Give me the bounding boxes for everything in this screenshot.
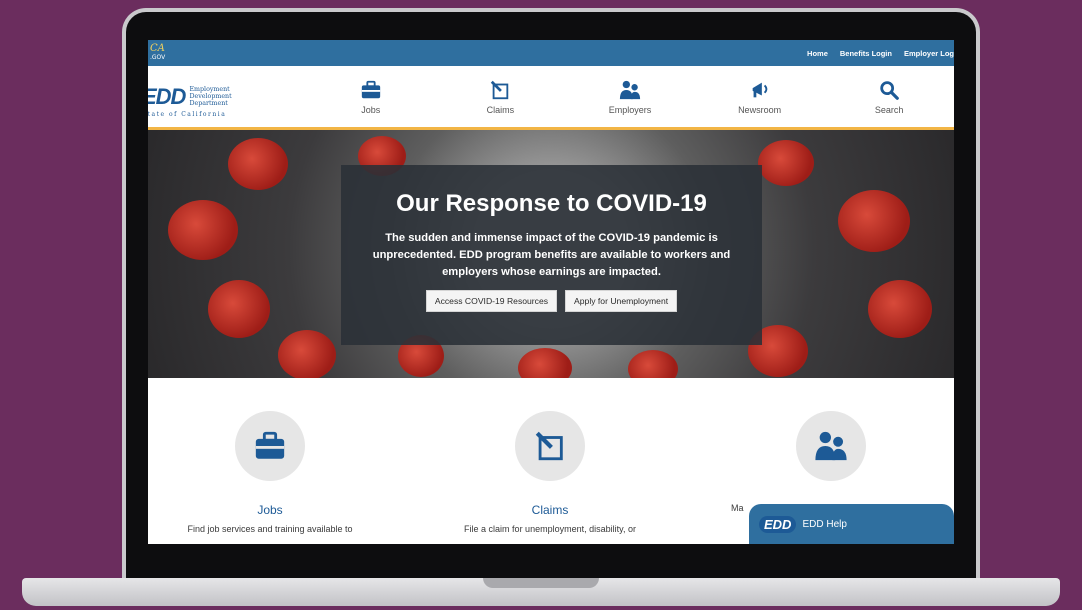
search-icon [880, 80, 900, 100]
claim-form-icon [491, 80, 509, 99]
edd-logo-words: Employment Development Department [189, 86, 231, 107]
feature-claims[interactable]: Claims File a claim for unemployment, di… [410, 411, 690, 534]
feature-claims-title[interactable]: Claims [410, 503, 690, 517]
edd-logo-state: State of California [148, 110, 227, 118]
virus-spike [278, 330, 336, 378]
nav-item-claims[interactable]: Claims [455, 79, 545, 115]
feature-employers-circle [796, 411, 866, 481]
access-covid-resources-button[interactable]: Access COVID-19 Resources [425, 290, 558, 312]
util-link-benefits-login[interactable]: Benefits Login [840, 49, 892, 58]
browser-screen: CA .GOV Home Benefits Login Employer Log… [148, 40, 954, 544]
feature-claims-desc: File a claim for unemployment, disabilit… [464, 524, 636, 534]
nav-label-jobs: Jobs [361, 104, 381, 115]
feature-claims-circle [515, 411, 585, 481]
feature-jobs-desc: Find job services and training available… [187, 524, 353, 534]
nav-item-newsroom[interactable]: Newsroom [715, 79, 805, 115]
claim-form-icon [535, 431, 563, 461]
people-icon [619, 80, 641, 99]
nav-item-search[interactable]: Search [844, 79, 934, 115]
util-link-home[interactable]: Home [807, 49, 828, 58]
utility-bar: CA .GOV Home Benefits Login Employer Log [148, 40, 954, 66]
briefcase-icon [361, 80, 380, 98]
nav-item-jobs[interactable]: Jobs [326, 79, 416, 115]
nav-label-newsroom: Newsroom [738, 104, 782, 115]
nav-label-claims: Claims [486, 104, 515, 115]
virus-spike [208, 280, 270, 338]
nav-item-employers[interactable]: Employers [585, 79, 675, 115]
virus-spike [628, 350, 678, 378]
util-link-employer-login[interactable]: Employer Log [904, 49, 954, 58]
virus-spike [838, 190, 910, 252]
edd-logo-line2: Development [189, 93, 232, 100]
edd-logo-line3: Department [189, 100, 228, 107]
main-nav: EDD Employment Development Department St… [148, 66, 954, 130]
ca-gov-logo[interactable]: CA .GOV [150, 44, 165, 62]
virus-spike [168, 200, 238, 260]
hero-title: Our Response to COVID-19 [396, 190, 707, 217]
laptop-notch [483, 578, 599, 588]
edd-logo-letters: EDD [148, 83, 186, 109]
virus-spike [758, 140, 814, 186]
briefcase-icon [255, 431, 285, 459]
feature-employers[interactable]: Ma [691, 411, 954, 513]
hero-buttons: Access COVID-19 Resources Apply for Unem… [425, 290, 678, 312]
edd-logo-line1: Employment [189, 86, 230, 93]
edd-help-label: EDD Help [802, 518, 847, 530]
hero-panel: Our Response to COVID-19 The sudden and … [341, 165, 762, 345]
apply-unemployment-button[interactable]: Apply for Unemployment [565, 290, 678, 312]
virus-spike [518, 348, 572, 378]
virus-spike [228, 138, 288, 190]
hero-banner: Our Response to COVID-19 The sudden and … [148, 130, 954, 378]
feature-section: Jobs Find job services and training avai… [148, 378, 954, 544]
edd-logo[interactable]: EDD Employment Development Department St… [148, 77, 262, 118]
edd-help-logo: EDD [759, 515, 797, 533]
nav-items: Jobs Claims Employers Newsroom Search [262, 79, 954, 115]
hero-text: The sudden and immense impact of the COV… [372, 232, 731, 278]
megaphone-icon [752, 82, 767, 97]
edd-help-chat-tab[interactable]: EDD EDD Help [749, 504, 954, 544]
nav-label-search: Search [874, 104, 904, 115]
feature-jobs[interactable]: Jobs Find job services and training avai… [148, 411, 410, 534]
feature-jobs-title[interactable]: Jobs [148, 503, 410, 517]
nav-label-employers: Employers [608, 104, 652, 115]
ca-logo-sub: .GOV [150, 54, 166, 61]
people-icon [815, 431, 847, 461]
utility-links: Home Benefits Login Employer Log [807, 49, 954, 58]
feature-jobs-circle [235, 411, 305, 481]
virus-spike [868, 280, 932, 338]
